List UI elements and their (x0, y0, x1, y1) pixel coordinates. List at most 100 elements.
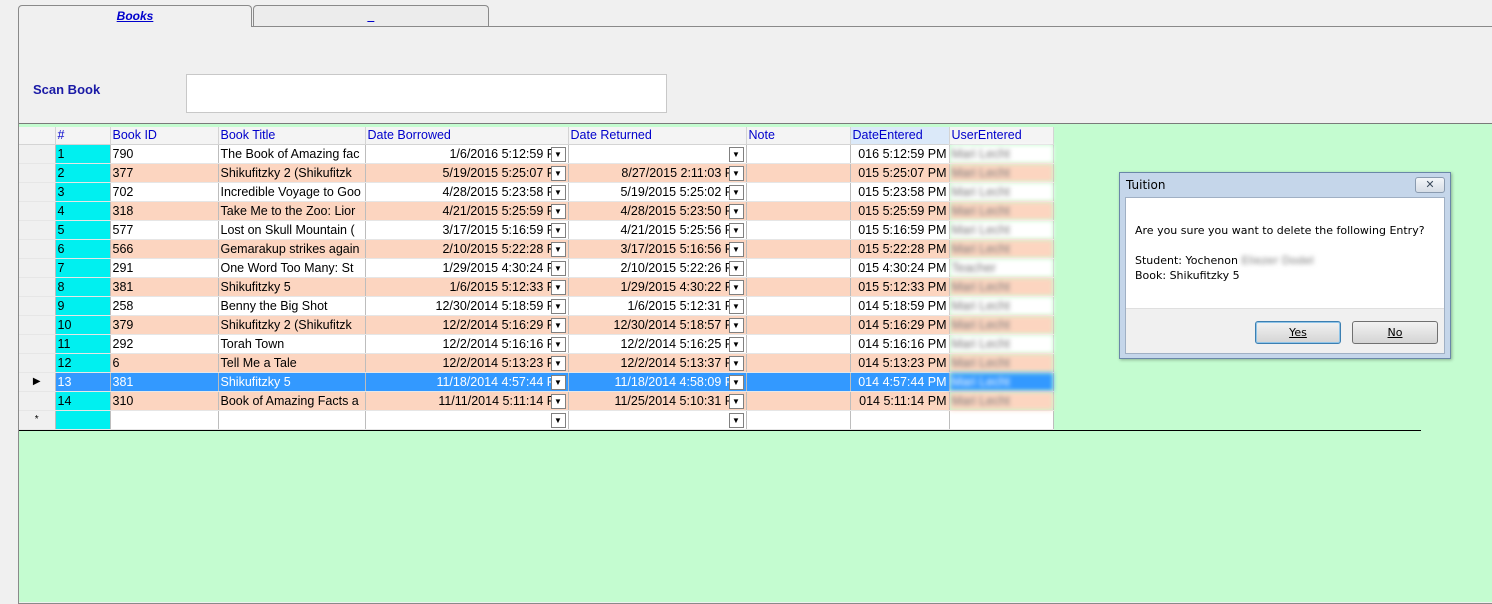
cell-date-returned[interactable]: 5/19/2015 5:25:02 PM ▼ (568, 182, 747, 202)
row-header[interactable] (19, 296, 56, 316)
chevron-down-icon[interactable]: ▼ (550, 260, 566, 276)
chevron-down-icon[interactable]: ▼ (550, 203, 566, 219)
cell-date-borrowed[interactable]: ▼ (365, 410, 569, 430)
table-row[interactable]: 8 381 Shikufitzky 5 1/6/2015 5:12:33 PM ▼ 1/2… (19, 277, 1054, 297)
cell-book-title[interactable]: Torah Town (218, 334, 366, 354)
table-row[interactable]: 12 6 Tell Me a Tale 12/2/2014 5:13:23 PM ▼ 12… (19, 353, 1054, 373)
row-header[interactable] (19, 334, 56, 354)
cell-date-borrowed[interactable]: 11/18/2014 4:57:44 PM ▼ (365, 372, 569, 392)
chevron-down-icon[interactable]: ▼ (550, 355, 566, 371)
cell-date-returned[interactable]: ▼ (568, 410, 747, 430)
cell-user-entered[interactable]: Mari Lecht (949, 220, 1054, 240)
cell-number[interactable]: 11 (55, 334, 111, 354)
cell-date-returned[interactable]: 1/29/2015 4:30:22 PM ▼ (568, 277, 747, 297)
cell-number[interactable]: 6 (55, 239, 111, 259)
cell-user-entered[interactable] (949, 410, 1054, 430)
table-row[interactable]: 5 577 Lost on Skull Mountain (3/17/2015 5:… (19, 220, 1054, 240)
cell-number[interactable]: 3 (55, 182, 111, 202)
cell-date-returned[interactable]: 11/18/2014 4:58:09 PM ▼ (568, 372, 747, 392)
cell-book-id[interactable] (110, 410, 219, 430)
column-header[interactable]: Book Title (218, 127, 366, 145)
column-header[interactable]: Date Borrowed (365, 127, 569, 145)
chevron-down-icon[interactable]: ▼ (550, 222, 566, 238)
cell-note[interactable] (746, 277, 851, 297)
cell-user-entered[interactable]: Mari Lecht (949, 239, 1054, 259)
column-header[interactable]: DateEntered (850, 127, 950, 145)
new-row-marker[interactable]: * (19, 410, 56, 430)
chevron-down-icon[interactable]: ▼ (550, 393, 566, 409)
cell-book-id[interactable]: 318 (110, 201, 219, 221)
cell-book-title[interactable]: Shikufitzky 5 (218, 372, 366, 392)
table-row[interactable]: 6 566 Gemarakup strikes again 2/10/2015 5:2… (19, 239, 1054, 259)
chevron-down-icon[interactable]: ▼ (728, 146, 744, 162)
chevron-down-icon[interactable]: ▼ (728, 241, 744, 257)
chevron-down-icon[interactable]: ▼ (728, 374, 744, 390)
cell-number[interactable]: 12 (55, 353, 111, 373)
cell-book-id[interactable]: 790 (110, 144, 219, 164)
row-header[interactable] (19, 353, 56, 373)
chevron-down-icon[interactable]: ▼ (728, 203, 744, 219)
cell-date-entered[interactable]: 015 5:16:59 PM (850, 220, 950, 240)
cell-number[interactable]: 5 (55, 220, 111, 240)
cell-date-entered[interactable]: 014 5:16:29 PM (850, 315, 950, 335)
cell-number[interactable]: 8 (55, 277, 111, 297)
cell-date-returned[interactable]: 1/6/2015 5:12:31 PM ▼ (568, 296, 747, 316)
cell-book-id[interactable]: 310 (110, 391, 219, 411)
tab-books[interactable]: Books (18, 5, 252, 27)
cell-book-title[interactable]: The Book of Amazing fac (218, 144, 366, 164)
cell-date-returned[interactable]: 12/30/2014 5:18:57 PM ▼ (568, 315, 747, 335)
chevron-down-icon[interactable]: ▼ (728, 412, 744, 428)
no-button[interactable]: No (1352, 321, 1438, 344)
tab-second[interactable]: _ (253, 5, 489, 26)
cell-user-entered[interactable]: Mari Lecht (949, 277, 1054, 297)
column-header[interactable]: Book ID (110, 127, 219, 145)
cell-book-id[interactable]: 379 (110, 315, 219, 335)
chevron-down-icon[interactable]: ▼ (728, 260, 744, 276)
cell-user-entered[interactable]: Mari Lecht (949, 296, 1054, 316)
cell-note[interactable] (746, 296, 851, 316)
row-header[interactable] (19, 258, 56, 278)
chevron-down-icon[interactable]: ▼ (550, 165, 566, 181)
cell-user-entered[interactable]: Mari Lecht (949, 391, 1054, 411)
scan-book-input[interactable] (186, 74, 667, 113)
row-header[interactable] (19, 144, 56, 164)
cell-note[interactable] (746, 144, 851, 164)
cell-date-returned[interactable]: 3/17/2015 5:16:56 PM ▼ (568, 239, 747, 259)
cell-date-entered[interactable]: 015 5:12:33 PM (850, 277, 950, 297)
cell-book-title[interactable]: Gemarakup strikes again (218, 239, 366, 259)
cell-date-entered[interactable]: 015 5:22:28 PM (850, 239, 950, 259)
new-row[interactable]: * ▼ ▼ (19, 410, 1054, 430)
cell-book-title[interactable]: Take Me to the Zoo: Lior (218, 201, 366, 221)
cell-number[interactable]: 9 (55, 296, 111, 316)
cell-book-title[interactable]: Lost on Skull Mountain ( (218, 220, 366, 240)
cell-date-entered[interactable]: 016 5:12:59 PM (850, 144, 950, 164)
chevron-down-icon[interactable]: ▼ (550, 412, 566, 428)
cell-date-returned[interactable]: 11/25/2014 5:10:31 PM ▼ (568, 391, 747, 411)
cell-note[interactable] (746, 201, 851, 221)
row-header[interactable] (19, 315, 56, 335)
row-header[interactable] (19, 163, 56, 183)
cell-book-title[interactable]: Benny the Big Shot (218, 296, 366, 316)
chevron-down-icon[interactable]: ▼ (550, 184, 566, 200)
row-header[interactable] (19, 182, 56, 202)
cell-date-borrowed[interactable]: 12/2/2014 5:16:16 PM ▼ (365, 334, 569, 354)
chevron-down-icon[interactable]: ▼ (550, 241, 566, 257)
chevron-down-icon[interactable]: ▼ (550, 298, 566, 314)
table-row[interactable]: 3 702 Incredible Voyage to Goo 4/28/2015 5:… (19, 182, 1054, 202)
cell-date-entered[interactable]: 014 5:11:14 PM (850, 391, 950, 411)
cell-book-title[interactable]: Book of Amazing Facts a (218, 391, 366, 411)
column-header[interactable]: UserEntered (949, 127, 1054, 145)
cell-user-entered[interactable]: Mari Lecht (949, 372, 1054, 392)
cell-date-entered[interactable]: 015 5:23:58 PM (850, 182, 950, 202)
cell-book-id[interactable]: 377 (110, 163, 219, 183)
cell-user-entered[interactable]: Mari Lecht (949, 144, 1054, 164)
cell-date-entered[interactable]: 014 5:13:23 PM (850, 353, 950, 373)
cell-date-borrowed[interactable]: 11/11/2014 5:11:14 PM ▼ (365, 391, 569, 411)
cell-book-id[interactable]: 291 (110, 258, 219, 278)
chevron-down-icon[interactable]: ▼ (550, 317, 566, 333)
cell-date-borrowed[interactable]: 1/6/2016 5:12:59 PM ▼ (365, 144, 569, 164)
column-header[interactable]: Note (746, 127, 851, 145)
cell-date-borrowed[interactable]: 12/30/2014 5:18:59 PM ▼ (365, 296, 569, 316)
cell-date-returned[interactable]: 4/28/2015 5:23:50 PM ▼ (568, 201, 747, 221)
cell-date-entered[interactable]: 014 4:57:44 PM (850, 372, 950, 392)
